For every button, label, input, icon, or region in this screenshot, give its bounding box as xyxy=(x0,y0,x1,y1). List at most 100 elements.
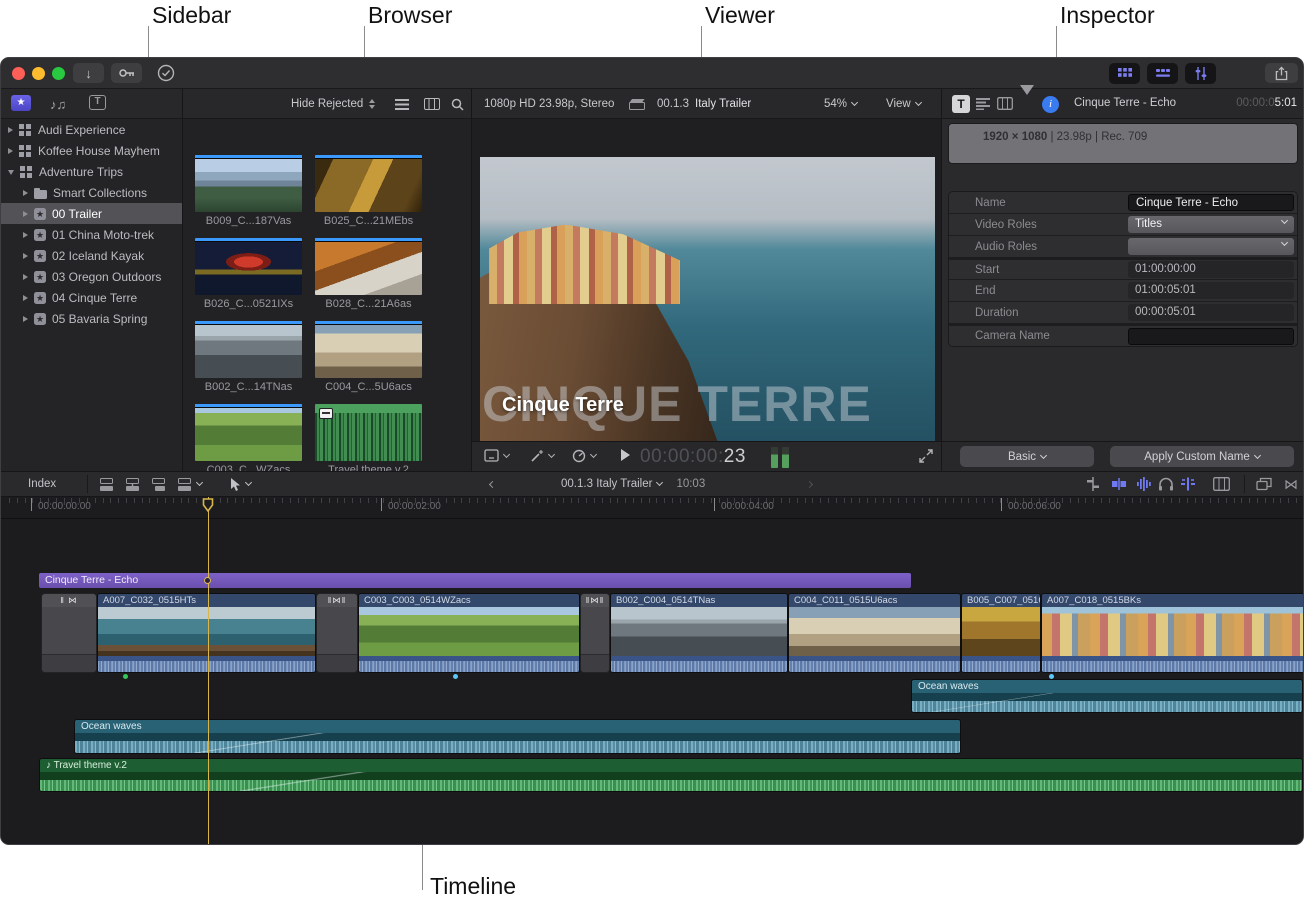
browser-clip-b028-c-21a6as[interactable]: B028_C...21A6as xyxy=(315,238,422,310)
viewer-video[interactable]: CINQUE TERRE Cinque Terre xyxy=(480,157,935,464)
audio-meter-left[interactable] xyxy=(771,447,778,468)
duplicate-view-button[interactable] xyxy=(1256,472,1272,496)
retime-popup[interactable] xyxy=(572,449,598,463)
snapping-button[interactable] xyxy=(1213,472,1230,496)
transition-clip[interactable]: ‖⋈‖ xyxy=(316,593,358,673)
camera-name-input[interactable] xyxy=(1128,327,1294,345)
view-popup[interactable]: View xyxy=(886,89,922,119)
start-value[interactable]: 01:00:00:00 xyxy=(1128,261,1294,278)
zoom-popup[interactable]: 54% xyxy=(824,89,859,119)
browser-clip-c004-c-5u6acs[interactable]: C004_C...5U6acs xyxy=(315,321,422,393)
disclosure-triangle-icon[interactable] xyxy=(23,210,28,217)
sidebar-item-02-iceland-kayak[interactable]: 02 Iceland Kayak xyxy=(1,245,182,266)
disclosure-triangle-icon[interactable] xyxy=(8,147,13,154)
browser-clip-b026-c-0521ixs[interactable]: B026_C...0521IXs xyxy=(195,238,302,310)
browser-clip-b002-c-14tnas[interactable]: B002_C...14TNas xyxy=(195,321,302,393)
zoom-window-button[interactable] xyxy=(52,67,65,80)
video-roles-dropdown[interactable]: Titles xyxy=(1128,216,1294,233)
back-button[interactable] xyxy=(488,472,497,496)
sidebar-item-01-china-moto-trek[interactable]: 01 China Moto-trek xyxy=(1,224,182,245)
show-inspector-toggle[interactable] xyxy=(1185,63,1216,84)
disclosure-triangle-icon[interactable] xyxy=(8,170,14,175)
clip-thumbnail[interactable] xyxy=(315,404,422,461)
disclosure-triangle-icon[interactable] xyxy=(8,126,13,133)
libraries-tab[interactable]: ★ xyxy=(11,95,31,111)
clip-thumbnail[interactable] xyxy=(315,321,422,378)
browser-clip-c003-c-wzacs[interactable]: C003_C...WZacs xyxy=(195,404,302,476)
sidebar-item-04-cinque-terre[interactable]: 04 Cinque Terre xyxy=(1,287,182,308)
audio-clip-ocean-waves[interactable]: Ocean waves xyxy=(911,679,1303,713)
title-inspector-tab[interactable]: T xyxy=(952,95,970,113)
timeline-clip-a007-c018-0515bks[interactable]: A007_C018_0515BKs xyxy=(1041,593,1303,673)
enhancements-popup[interactable] xyxy=(530,449,556,463)
sidebar-item-00-trailer[interactable]: 00 Trailer xyxy=(1,203,182,224)
sidebar-item-koffee-house-mayhem[interactable]: Koffee House Mayhem xyxy=(1,140,182,161)
photos-audio-tab[interactable]: ♪♫ xyxy=(50,97,66,112)
timeline-clip-c003-c003-0514wzacs[interactable]: C003_C003_0514WZacs xyxy=(358,593,580,673)
share-button[interactable] xyxy=(1265,63,1298,83)
browser-clip-travel-theme-v-2[interactable]: Travel theme v.2 xyxy=(315,404,422,476)
titles-generators-tab[interactable]: T xyxy=(89,95,106,110)
background-tasks-button[interactable] xyxy=(152,63,180,83)
timeline-clip-b002-c004-0514tnas[interactable]: B002_C004_0514TNas xyxy=(610,593,788,673)
transition-clip[interactable]: ‖ ⋈ xyxy=(41,593,97,673)
sidebar-item-adventure-trips[interactable]: Adventure Trips xyxy=(1,161,182,182)
sidebar-item-03-oregon-outdoors[interactable]: 03 Oregon Outdoors xyxy=(1,266,182,287)
disclosure-triangle-icon[interactable] xyxy=(23,294,28,301)
filmstrip-view-button[interactable] xyxy=(424,89,440,119)
clip-appearance-button[interactable] xyxy=(395,89,409,119)
video-inspector-tab[interactable] xyxy=(997,97,1013,110)
sidebar-item-audi-experience[interactable]: Audi Experience xyxy=(1,119,182,140)
info-inspector-tab[interactable]: i xyxy=(1042,96,1059,113)
keyword-editor-button[interactable] xyxy=(111,63,142,83)
browser-clip-b009-c-187vas[interactable]: B009_C...187Vas xyxy=(195,155,302,227)
crop-tools-popup[interactable] xyxy=(484,449,511,462)
tool-popup[interactable] xyxy=(229,472,253,496)
timeline-clip-b005-c007-0516d1[interactable]: B005_C007_0516D1… xyxy=(961,593,1041,673)
timeline-ruler[interactable]: 00:00:00:00 00:00:02:00 00:00:04:00 00:00:0… xyxy=(1,497,1303,519)
playhead-pin-icon[interactable] xyxy=(202,498,214,513)
audio-clip-travel-theme-v-2[interactable]: ♪ Travel theme v.2 xyxy=(39,758,1303,792)
apply-custom-name-button[interactable]: Apply Custom Name xyxy=(1110,446,1294,467)
disclosure-triangle-icon[interactable] xyxy=(23,252,28,259)
play-button[interactable] xyxy=(621,449,630,461)
text-inspector-tab[interactable] xyxy=(976,98,990,110)
connect-edit-button[interactable] xyxy=(99,472,114,496)
skimming-button[interactable] xyxy=(1180,472,1196,496)
overwrite-edit-popup[interactable] xyxy=(177,472,204,496)
index-button[interactable]: Index xyxy=(28,472,56,496)
share-inspector-tab[interactable] xyxy=(1020,85,1034,113)
timeline-history-popup[interactable]: 00.1.3 Italy Trailer 10:03 xyxy=(561,472,705,496)
import-media-button[interactable]: ↓ xyxy=(73,63,104,83)
fullscreen-button[interactable] xyxy=(919,449,933,463)
timeline-title-clip[interactable]: Cinque Terre - Echo xyxy=(39,573,911,588)
clip-thumbnail[interactable] xyxy=(195,238,302,295)
playhead[interactable] xyxy=(208,497,209,844)
clip-thumbnail[interactable] xyxy=(195,321,302,378)
basic-popup-button[interactable]: Basic xyxy=(960,446,1094,467)
name-input[interactable]: Cinque Terre - Echo xyxy=(1128,194,1294,211)
clip-thumbnail[interactable] xyxy=(195,404,302,461)
disclosure-triangle-icon[interactable] xyxy=(23,231,28,238)
forward-button[interactable] xyxy=(805,472,814,496)
audio-meter-right[interactable] xyxy=(782,447,789,468)
audio-skimming-button[interactable] xyxy=(1136,472,1152,496)
end-value[interactable]: 01:00:05:01 xyxy=(1128,282,1294,299)
solo-button[interactable] xyxy=(1158,472,1174,496)
browser-clip-b025-c-21mebs[interactable]: B025_C...21MEbs xyxy=(315,155,422,227)
trim-tool-button[interactable] xyxy=(1085,472,1101,496)
disclosure-triangle-icon[interactable] xyxy=(23,189,28,196)
sidebar-item-05-bavaria-spring[interactable]: 05 Bavaria Spring xyxy=(1,308,182,329)
sidebar-item-smart-collections[interactable]: Smart Collections xyxy=(1,182,182,203)
precision-editor-button[interactable] xyxy=(1111,472,1127,496)
timeline-clip-c004-c011-0515u6acs[interactable]: C004_C011_0515U6acs xyxy=(788,593,961,673)
duration-value[interactable]: 00:00:05:01 xyxy=(1128,304,1294,321)
append-edit-button[interactable] xyxy=(151,472,166,496)
close-window-button[interactable] xyxy=(12,67,25,80)
minimize-window-button[interactable] xyxy=(32,67,45,80)
search-button[interactable] xyxy=(451,89,464,119)
clip-thumbnail[interactable] xyxy=(315,155,422,212)
show-timeline-toggle[interactable] xyxy=(1147,63,1178,84)
clip-thumbnail[interactable] xyxy=(315,238,422,295)
audio-roles-dropdown[interactable] xyxy=(1128,238,1294,255)
